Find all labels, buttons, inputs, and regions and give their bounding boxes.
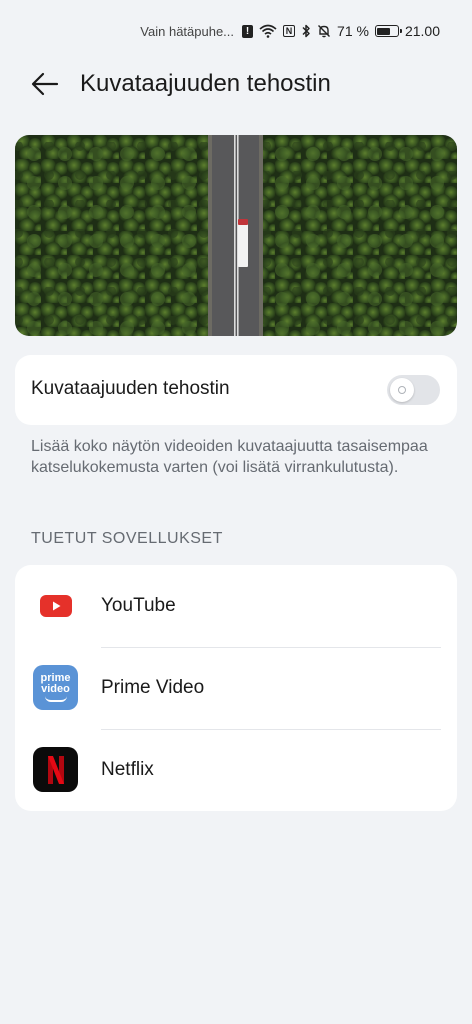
prime-video-icon: prime video	[33, 665, 78, 710]
app-row-youtube[interactable]: YouTube	[15, 565, 457, 646]
back-button[interactable]	[28, 68, 62, 100]
app-row-prime-video[interactable]: prime video Prime Video	[15, 647, 457, 728]
bluetooth-icon	[301, 24, 311, 38]
youtube-icon	[33, 583, 78, 628]
clock: 21.00	[404, 23, 440, 39]
app-row-netflix[interactable]: Netflix	[15, 729, 457, 810]
supported-apps-header: TUETUT SOVELLUKSET	[31, 530, 223, 547]
hero-image	[15, 135, 457, 336]
prime-video-icon-text-bottom: video	[41, 683, 70, 695]
app-label: Prime Video	[101, 677, 205, 698]
feature-description: Lisää koko näytön videoiden kuvataajuutt…	[31, 438, 428, 476]
netflix-icon	[33, 747, 78, 792]
frame-rate-booster-label: Kuvataajuuden tehostin	[31, 378, 230, 399]
app-label: YouTube	[101, 595, 176, 616]
frame-rate-booster-card: Kuvataajuuden tehostin	[15, 355, 457, 425]
back-arrow-icon	[31, 72, 59, 96]
page-title: Kuvataajuuden tehostin	[80, 70, 331, 97]
battery-percent: 71 %	[337, 23, 369, 39]
supported-apps-list: YouTube prime video Prime Video Netflix	[15, 565, 457, 811]
status-bar: Vain hätäpuhe... ! N 71 % 21.00	[0, 0, 472, 64]
switch-knob	[390, 378, 414, 402]
wifi-icon	[259, 24, 277, 38]
app-label: Netflix	[101, 759, 154, 780]
nfc-icon: N	[283, 25, 296, 37]
carrier-text: Vain hätäpuhe...	[140, 23, 235, 39]
bell-muted-icon	[317, 24, 331, 38]
battery-icon	[374, 25, 402, 37]
frame-rate-booster-switch[interactable]	[387, 375, 440, 405]
sim-alert-icon: !	[242, 24, 254, 38]
header: Kuvataajuuden tehostin	[0, 64, 472, 104]
